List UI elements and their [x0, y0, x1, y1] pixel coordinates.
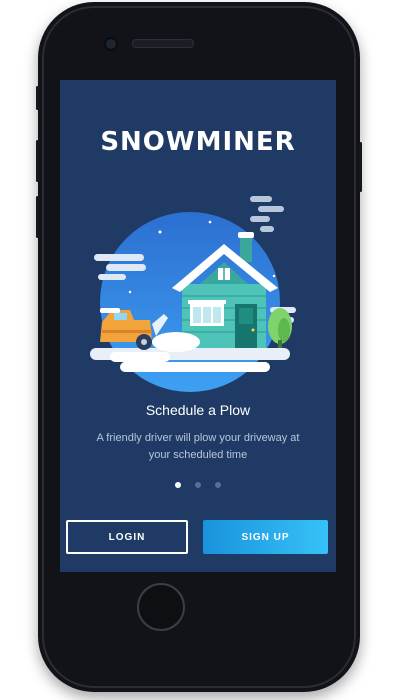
house-with-snowplow-illustration	[90, 196, 296, 392]
page-indicator	[60, 482, 336, 488]
snow-pile	[152, 332, 200, 352]
app-screen: SNOWMINER Schedule a Plow A friendly dri…	[60, 80, 336, 572]
chimney	[240, 236, 252, 262]
app-logo: SNOWMINER	[100, 127, 296, 157]
page-dot-1[interactable]	[175, 482, 181, 488]
earpiece-speaker	[132, 39, 194, 48]
power-button	[359, 142, 362, 192]
slide-description: A friendly driver will plow your drivewa…	[96, 432, 300, 461]
front-camera	[104, 37, 118, 51]
volume-down-button	[36, 196, 39, 238]
login-button[interactable]: LOGIN	[66, 520, 188, 554]
page-dot-3[interactable]	[215, 482, 221, 488]
page-dot-2[interactable]	[195, 482, 201, 488]
signup-button[interactable]: SIGN UP	[203, 520, 328, 554]
home-button[interactable]	[137, 583, 185, 631]
smoke-cloud	[250, 196, 284, 232]
mute-switch	[36, 86, 39, 110]
slide-title: Schedule a Plow	[145, 402, 251, 418]
volume-up-button	[36, 140, 39, 182]
